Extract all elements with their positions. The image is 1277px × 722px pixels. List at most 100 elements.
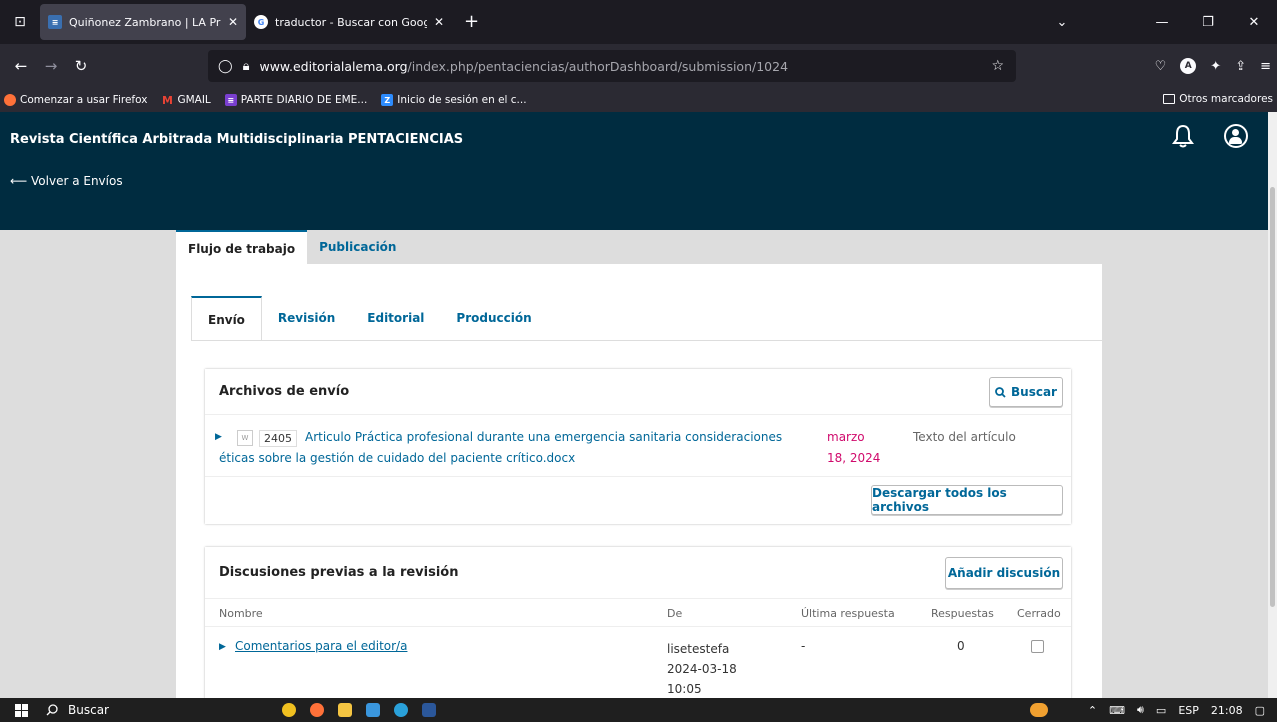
language-icon[interactable]: ▭: [1156, 704, 1166, 717]
chevron-down-icon[interactable]: ⌄: [1039, 15, 1085, 30]
tab-revision[interactable]: Revisión: [262, 296, 351, 340]
tab-editorial[interactable]: Editorial: [351, 296, 440, 340]
bookmark-star-icon[interactable]: ☆: [991, 58, 1004, 74]
search-icon: [46, 704, 58, 716]
pocket-icon[interactable]: ♡: [1155, 59, 1167, 74]
tab-title: traductor - Buscar con Google: [275, 15, 427, 29]
browser-tabstrip: ⊡ ≡ Quiñonez Zambrano | LA Práctica ✕ G …: [0, 0, 1277, 44]
bookmark-firefox[interactable]: Comenzar a usar Firefox: [4, 94, 147, 106]
bookmark-inicio-sesion[interactable]: Z Inicio de sesión en el c...: [381, 94, 527, 106]
tab-publicacion[interactable]: Publicación: [307, 230, 408, 264]
close-window-icon[interactable]: ✕: [1231, 15, 1277, 30]
col-respuestas: Respuestas: [931, 607, 994, 620]
z-icon: Z: [381, 94, 394, 106]
file-date: marzo 18, 2024: [827, 430, 881, 465]
main-tabs: Flujo de trabajo Publicación: [176, 230, 408, 265]
close-tab-icon[interactable]: ✕: [434, 15, 444, 29]
browser-tab-2[interactable]: G traductor - Buscar con Google ✕: [246, 4, 452, 40]
back-to-submissions-link[interactable]: ⟵ Volver a Envíos: [10, 174, 123, 188]
chrome-icon[interactable]: [282, 703, 296, 717]
submission-files-card: Archivos de envío Buscar ▶ W 2405 Articu…: [205, 369, 1071, 524]
tab-flujo-de-trabajo[interactable]: Flujo de trabajo: [176, 230, 308, 265]
stage-tabs: Envío Revisión Editorial Producción: [191, 296, 548, 341]
menu-icon[interactable]: ≡: [1260, 59, 1271, 74]
download-all-button[interactable]: Descargar todos los archivos: [871, 485, 1063, 515]
tab-list-icon[interactable]: ⊡: [0, 0, 40, 44]
file-type: Texto del artículo: [913, 430, 1016, 444]
envio-panel: Archivos de envío Buscar ▶ W 2405 Articu…: [191, 340, 1102, 699]
weather-icon[interactable]: [1029, 703, 1048, 717]
workflow-panel: Envío Revisión Editorial Producción Arch…: [176, 264, 1102, 699]
tab-produccion[interactable]: Producción: [440, 296, 547, 340]
last-reply: -: [801, 639, 806, 653]
page-scrollbar[interactable]: [1268, 112, 1277, 698]
discussion-table-header: Nombre De Última respuesta Respuestas Ce…: [205, 599, 1071, 627]
tab-title: Quiñonez Zambrano | LA Práctica: [69, 15, 221, 29]
gmail-icon: M: [161, 93, 173, 107]
site-favicon-icon: ≡: [48, 15, 62, 29]
restore-icon[interactable]: ❐: [1185, 15, 1231, 30]
search-button[interactable]: Buscar: [989, 377, 1063, 407]
closed-checkbox[interactable]: [1031, 640, 1044, 653]
close-tab-icon[interactable]: ✕: [228, 15, 238, 29]
col-de: De: [667, 607, 683, 620]
url-domain: www.editorialalema.org: [259, 58, 408, 74]
search-icon: [995, 386, 1006, 398]
table-row: ▶ Comentarios para el editor/a liseteste…: [205, 627, 1071, 697]
bookmarks-bar: Comenzar a usar Firefox M GMAIL ≡ PARTE …: [0, 88, 1277, 112]
network-icon[interactable]: ⌨: [1109, 704, 1125, 717]
url-bar[interactable]: ◯ 🔒︎ www.editorialalema.org/index.php/pe…: [208, 50, 1016, 82]
user-account-icon[interactable]: [1224, 124, 1248, 148]
file-name-link[interactable]: Articulo Práctica profesional durante un…: [219, 427, 799, 469]
card-title: Discusiones previas a la revisión: [219, 565, 459, 580]
clock[interactable]: 21:08: [1211, 704, 1243, 717]
page-content: Flujo de trabajo Publicación Envío Revis…: [0, 230, 1268, 699]
reload-icon[interactable]: ↻: [66, 57, 96, 75]
word-icon[interactable]: [422, 703, 436, 717]
bookmark-gmail[interactable]: M GMAIL: [161, 93, 211, 107]
add-discussion-button[interactable]: Añadir discusión: [945, 557, 1063, 589]
scrollbar-thumb[interactable]: [1270, 187, 1275, 607]
toolbar-icons: ♡ A ✦ ⇪ ≡: [1155, 44, 1271, 88]
discussion-link[interactable]: Comentarios para el editor/a: [235, 639, 407, 653]
language-label[interactable]: ESP: [1178, 704, 1199, 717]
notifications-icon[interactable]: ▢: [1255, 704, 1265, 717]
google-favicon-icon: G: [254, 15, 268, 29]
card-title: Archivos de envío: [219, 384, 350, 399]
forward-arrow-icon[interactable]: →: [36, 57, 66, 75]
minimize-icon[interactable]: —: [1139, 15, 1185, 30]
window-controls: ⌄ — ❐ ✕: [1039, 0, 1277, 44]
browser-navbar: ← → ↻ ◯ 🔒︎ www.editorialalema.org/index.…: [0, 44, 1277, 88]
browser-tab-1[interactable]: ≡ Quiñonez Zambrano | LA Práctica ✕: [40, 4, 246, 40]
telegram-icon[interactable]: [394, 703, 408, 717]
card-header: Discusiones previas a la revisión Añadir…: [205, 547, 1071, 599]
bell-icon[interactable]: [1172, 124, 1194, 148]
col-cerrado: Cerrado: [1017, 607, 1061, 620]
extensions-icon[interactable]: ✦: [1210, 59, 1221, 74]
back-arrow-icon[interactable]: ←: [6, 57, 36, 75]
other-bookmarks[interactable]: Otros marcadores: [1163, 93, 1273, 105]
file-explorer-icon[interactable]: [338, 703, 352, 717]
card-header: Archivos de envío Buscar: [205, 369, 1071, 415]
tab-envio[interactable]: Envío: [191, 296, 262, 341]
volume-icon[interactable]: 🔊︎: [1137, 703, 1144, 717]
taskbar-search[interactable]: Buscar: [42, 703, 192, 717]
pre-review-discussions-card: Discusiones previas a la revisión Añadir…: [205, 547, 1071, 699]
windows-start-icon[interactable]: [0, 703, 42, 717]
col-ultima-respuesta: Última respuesta: [801, 607, 895, 620]
system-tray: ⌃ ⌨ 🔊︎ ▭ ESP 21:08 ▢: [1029, 698, 1277, 722]
discussion-from: lisetestefa 2024-03-18 10:05: [667, 642, 737, 696]
reply-count: 0: [957, 639, 965, 653]
share-icon[interactable]: ⇪: [1235, 59, 1246, 74]
new-tab-button[interactable]: +: [464, 11, 479, 32]
list-icon: ≡: [224, 94, 237, 106]
expand-caret-icon[interactable]: ▶: [219, 642, 226, 652]
lock-icon[interactable]: 🔒︎: [243, 59, 250, 74]
mail-icon[interactable]: [366, 703, 380, 717]
shield-icon[interactable]: ◯: [218, 59, 233, 74]
account-icon[interactable]: A: [1180, 58, 1197, 74]
bookmark-parte-diario[interactable]: ≡ PARTE DIARIO DE EME...: [224, 94, 367, 106]
firefox-icon: [4, 94, 16, 106]
chevron-up-icon[interactable]: ⌃: [1088, 704, 1097, 717]
firefox-icon[interactable]: [310, 703, 324, 717]
